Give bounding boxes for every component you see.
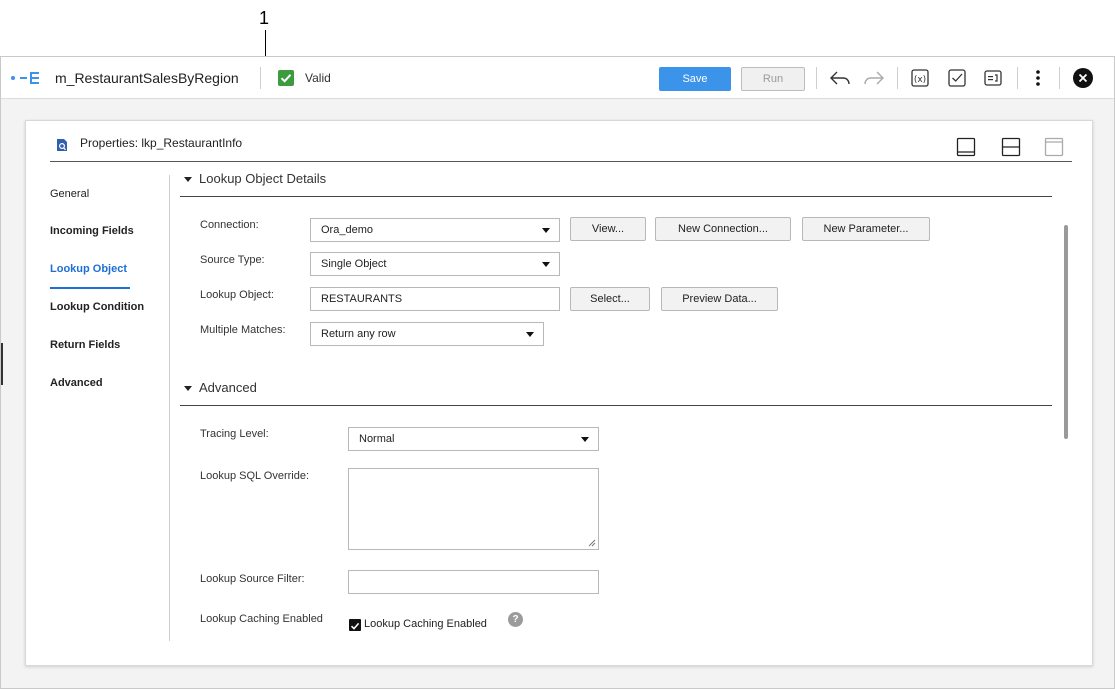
multiple-matches-value: Return any row xyxy=(321,328,396,340)
caret-down-icon xyxy=(526,332,534,337)
source-type-select[interactable]: Single Object xyxy=(310,252,560,276)
section-divider xyxy=(180,196,1052,197)
close-icon[interactable] xyxy=(1073,68,1093,88)
nav-item-lookup-condition[interactable]: Lookup Condition xyxy=(50,301,144,313)
connection-value: Ora_demo xyxy=(321,224,373,236)
collapse-triangle-icon xyxy=(184,177,192,183)
nav-item-advanced[interactable]: Advanced xyxy=(50,377,103,389)
view-connection-button[interactable]: View... xyxy=(570,217,646,241)
nav-item-general[interactable]: General xyxy=(50,188,89,200)
header-divider xyxy=(1059,67,1060,89)
maximize-icon[interactable] xyxy=(1044,137,1064,157)
vertical-scrollbar[interactable] xyxy=(1064,225,1068,439)
connection-label: Connection: xyxy=(200,219,259,231)
callout-number: 1 xyxy=(259,8,270,28)
caching-label: Lookup Caching Enabled xyxy=(200,613,323,625)
tracing-level-value: Normal xyxy=(359,433,395,445)
caching-checkbox[interactable] xyxy=(349,619,361,631)
frame-edge-marker xyxy=(1,343,3,385)
collapse-triangle-icon xyxy=(184,386,192,392)
properties-panel: Properties: lkp_RestaurantInfo General I… xyxy=(25,120,1093,666)
parameters-icon[interactable] xyxy=(981,66,1005,90)
header-divider xyxy=(1017,67,1018,89)
source-filter-label: Lookup Source Filter: xyxy=(200,573,305,585)
sql-override-textarea[interactable] xyxy=(348,468,599,550)
mapping-title: m_RestaurantSalesByRegion xyxy=(55,70,239,86)
sql-override-label: Lookup SQL Override: xyxy=(200,470,310,482)
new-parameter-button[interactable]: New Parameter... xyxy=(802,217,930,241)
dock-bottom-icon[interactable] xyxy=(956,137,976,157)
header-bar: m_RestaurantSalesByRegion Valid Save Run… xyxy=(1,57,1114,99)
multiple-matches-select[interactable]: Return any row xyxy=(310,322,544,346)
valid-check-icon xyxy=(278,70,294,86)
caret-down-icon xyxy=(581,437,589,442)
status-label: Valid xyxy=(305,71,331,85)
lookup-object-label: Lookup Object: xyxy=(200,289,274,301)
new-connection-button[interactable]: New Connection... xyxy=(655,217,791,241)
section-toggle-lookup-details[interactable]: Lookup Object Details xyxy=(184,171,326,186)
save-button[interactable]: Save xyxy=(659,67,731,91)
lookup-icon xyxy=(57,139,67,151)
run-button[interactable]: Run xyxy=(741,67,805,91)
header-divider xyxy=(260,67,261,89)
select-object-button[interactable]: Select... xyxy=(570,287,650,311)
panel-title-divider xyxy=(50,161,1072,162)
source-filter-field[interactable] xyxy=(348,570,599,594)
expression-icon[interactable]: (x) xyxy=(908,66,932,90)
caching-checkbox-label[interactable]: Lookup Caching Enabled xyxy=(364,618,487,630)
header-divider xyxy=(816,67,817,89)
nav-item-return-fields[interactable]: Return Fields xyxy=(50,339,120,351)
validate-icon[interactable] xyxy=(945,66,969,90)
header-divider xyxy=(897,67,898,89)
tracing-level-select[interactable]: Normal xyxy=(348,427,599,451)
section-divider xyxy=(180,405,1052,406)
more-vertical-icon[interactable] xyxy=(1026,66,1050,90)
section-title: Advanced xyxy=(199,380,257,395)
svg-text:(x): (x) xyxy=(914,75,926,85)
nav-divider xyxy=(169,175,170,641)
resize-grip-icon[interactable] xyxy=(588,539,596,547)
caret-down-icon xyxy=(542,228,550,233)
source-type-value: Single Object xyxy=(321,258,387,270)
undo-icon[interactable] xyxy=(828,66,852,90)
caret-down-icon xyxy=(542,262,550,267)
lookup-object-field[interactable]: RESTAURANTS xyxy=(310,287,560,311)
help-icon[interactable]: ? xyxy=(508,612,523,627)
multiple-matches-label: Multiple Matches: xyxy=(200,324,286,336)
connection-select[interactable]: Ora_demo xyxy=(310,218,560,242)
tracing-level-label: Tracing Level: xyxy=(200,428,269,440)
active-nav-indicator xyxy=(50,287,130,289)
split-horizontal-icon[interactable] xyxy=(1001,137,1021,157)
mapping-icon xyxy=(11,72,39,84)
panel-title: Properties: lkp_RestaurantInfo xyxy=(80,136,243,150)
source-type-label: Source Type: xyxy=(200,254,265,266)
app-frame: m_RestaurantSalesByRegion Valid Save Run… xyxy=(0,56,1115,689)
nav-item-lookup-object[interactable]: Lookup Object xyxy=(50,263,127,275)
redo-icon[interactable] xyxy=(862,66,886,90)
preview-data-button[interactable]: Preview Data... xyxy=(661,287,778,311)
section-toggle-advanced[interactable]: Advanced xyxy=(184,380,257,395)
section-title: Lookup Object Details xyxy=(199,171,327,186)
nav-item-incoming-fields[interactable]: Incoming Fields xyxy=(50,225,134,237)
